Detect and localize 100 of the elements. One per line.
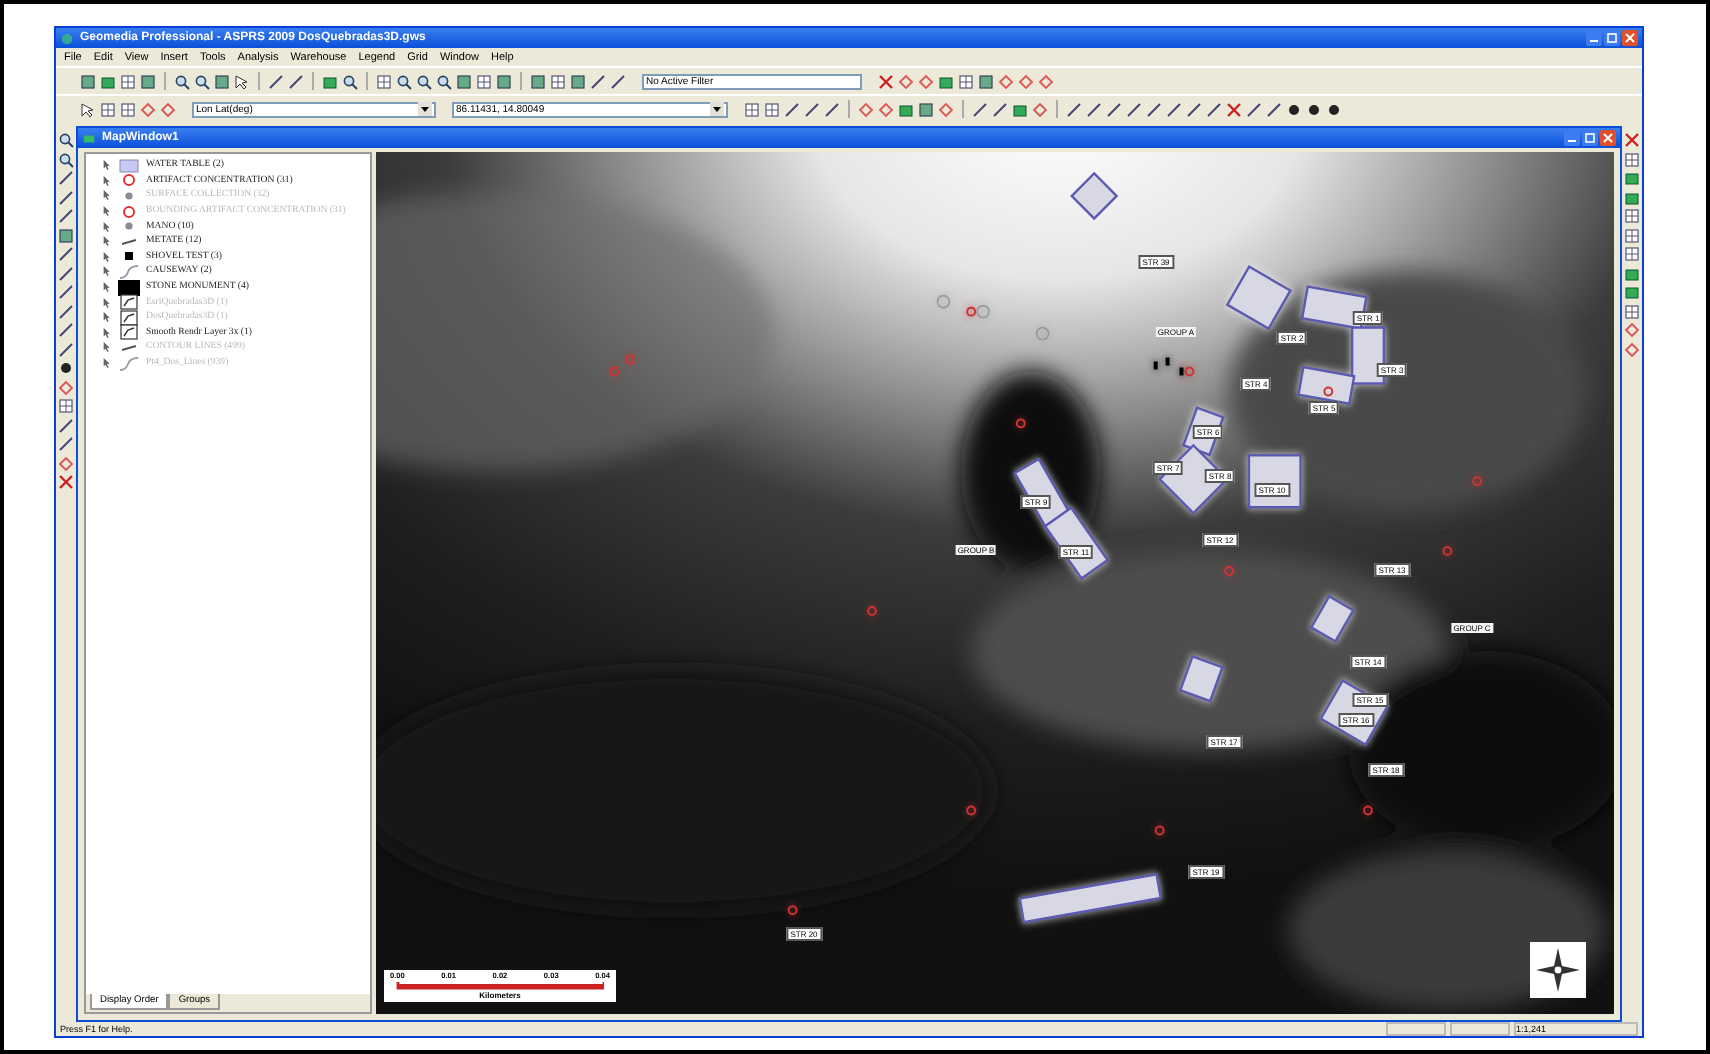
grid-icon[interactable] xyxy=(120,73,136,89)
square-icon[interactable] xyxy=(570,73,586,89)
minimize-icon[interactable] xyxy=(1564,130,1580,146)
area-symbol-icon xyxy=(118,157,140,174)
grid-icon[interactable] xyxy=(764,101,780,117)
circle-symbol-icon xyxy=(118,172,140,189)
diamond-icon[interactable] xyxy=(58,455,74,471)
square-icon[interactable] xyxy=(58,227,74,243)
diagonal-line-icon[interactable] xyxy=(1206,101,1222,117)
diagonal-line-icon[interactable] xyxy=(58,208,74,224)
diagonal-line-icon[interactable] xyxy=(58,303,74,319)
dot-icon[interactable] xyxy=(1286,101,1302,117)
diagonal-line-icon[interactable] xyxy=(58,246,74,262)
magnifier-icon[interactable] xyxy=(342,73,358,89)
line-symbol-icon xyxy=(118,233,140,250)
square-icon[interactable] xyxy=(918,101,934,117)
filled-square-symbol-icon xyxy=(118,279,140,296)
diagonal-line-icon[interactable] xyxy=(58,322,74,338)
dot-icon[interactable] xyxy=(58,360,74,376)
diagonal-line-icon[interactable] xyxy=(1246,101,1262,117)
diagonal-line-icon[interactable] xyxy=(58,170,74,186)
close-icon[interactable] xyxy=(1622,30,1638,46)
close-icon[interactable] xyxy=(1600,130,1616,146)
magnifier-icon[interactable] xyxy=(396,73,412,89)
curve-symbol-icon xyxy=(118,355,140,372)
diagonal-line-icon[interactable] xyxy=(58,436,74,452)
layer-icon[interactable] xyxy=(1012,101,1028,117)
scale-bar-line-icon xyxy=(396,980,604,990)
grid-icon[interactable] xyxy=(100,101,116,117)
magnifier-icon[interactable] xyxy=(436,73,452,89)
grid-icon[interactable] xyxy=(376,73,392,89)
diagonal-line-icon[interactable] xyxy=(1186,101,1202,117)
diagonal-line-icon[interactable] xyxy=(590,73,606,89)
image-layer-icon xyxy=(118,294,140,311)
pointer-icon[interactable] xyxy=(234,73,250,89)
diagonal-line-icon[interactable] xyxy=(972,101,988,117)
dot-icon[interactable] xyxy=(1306,101,1322,117)
grid-icon[interactable] xyxy=(744,101,760,117)
diagonal-line-icon[interactable] xyxy=(58,341,74,357)
diagonal-line-icon[interactable] xyxy=(1126,101,1142,117)
north-arrow-icon xyxy=(1530,942,1586,998)
diagonal-line-icon[interactable] xyxy=(1066,101,1082,117)
magnifier-icon[interactable] xyxy=(174,73,190,89)
diagonal-line-icon[interactable] xyxy=(1166,101,1182,117)
diagonal-line-icon[interactable] xyxy=(58,265,74,281)
square-icon[interactable] xyxy=(140,73,156,89)
x-icon[interactable] xyxy=(58,474,74,490)
square-icon[interactable] xyxy=(80,73,96,89)
grid-icon[interactable] xyxy=(1624,208,1640,224)
square-icon[interactable] xyxy=(456,73,472,89)
grid-icon[interactable] xyxy=(120,101,136,117)
diagonal-line-icon[interactable] xyxy=(784,101,800,117)
grid-icon[interactable] xyxy=(1624,227,1640,243)
dropdown-arrow-icon[interactable] xyxy=(710,102,724,116)
grid-icon[interactable] xyxy=(1624,246,1640,262)
diagonal-line-icon[interactable] xyxy=(1106,101,1122,117)
map-window-icon xyxy=(82,131,96,145)
diagonal-line-icon[interactable] xyxy=(58,417,74,433)
grid-icon[interactable] xyxy=(476,73,492,89)
minimize-icon[interactable] xyxy=(1586,30,1602,46)
diagonal-line-icon[interactable] xyxy=(610,73,626,89)
square-icon[interactable] xyxy=(496,73,512,89)
layer-icon[interactable] xyxy=(322,73,338,89)
magnifier-icon[interactable] xyxy=(416,73,432,89)
grid-icon[interactable] xyxy=(550,73,566,89)
layer-icon[interactable] xyxy=(938,73,954,89)
magnifier-icon[interactable] xyxy=(194,73,210,89)
x-icon[interactable] xyxy=(878,73,894,89)
maximize-icon[interactable] xyxy=(1582,130,1598,146)
grid-icon[interactable] xyxy=(58,398,74,414)
square-icon[interactable] xyxy=(978,73,994,89)
diagonal-line-icon[interactable] xyxy=(992,101,1008,117)
diagonal-line-icon[interactable] xyxy=(288,73,304,89)
diagonal-line-icon[interactable] xyxy=(1266,101,1282,117)
grid-icon[interactable] xyxy=(1624,151,1640,167)
diagonal-line-icon[interactable] xyxy=(58,189,74,205)
x-icon[interactable] xyxy=(1226,101,1242,117)
image-layer-icon xyxy=(118,309,140,326)
diagonal-line-icon[interactable] xyxy=(1146,101,1162,117)
x-icon[interactable] xyxy=(1624,132,1640,148)
status-cell xyxy=(1386,1022,1446,1036)
magnifier-icon[interactable] xyxy=(58,151,74,167)
layer-icon[interactable] xyxy=(898,101,914,117)
grid-icon[interactable] xyxy=(958,73,974,89)
diagonal-line-icon[interactable] xyxy=(268,73,284,89)
grid-icon[interactable] xyxy=(1624,303,1640,319)
layer-icon[interactable] xyxy=(100,73,116,89)
pointer-icon[interactable] xyxy=(80,101,96,117)
diagonal-line-icon[interactable] xyxy=(804,101,820,117)
diagonal-line-icon[interactable] xyxy=(824,101,840,117)
diagonal-line-icon[interactable] xyxy=(1086,101,1102,117)
image-layer-icon xyxy=(118,324,140,341)
dropdown-arrow-icon[interactable] xyxy=(418,102,432,116)
curve-symbol-icon xyxy=(118,263,140,280)
diagonal-line-icon[interactable] xyxy=(58,284,74,300)
square-icon[interactable] xyxy=(530,73,546,89)
magnifier-icon[interactable] xyxy=(58,132,74,148)
dot-icon[interactable] xyxy=(1326,101,1342,117)
maximize-icon[interactable] xyxy=(1604,30,1620,46)
square-icon[interactable] xyxy=(214,73,230,89)
